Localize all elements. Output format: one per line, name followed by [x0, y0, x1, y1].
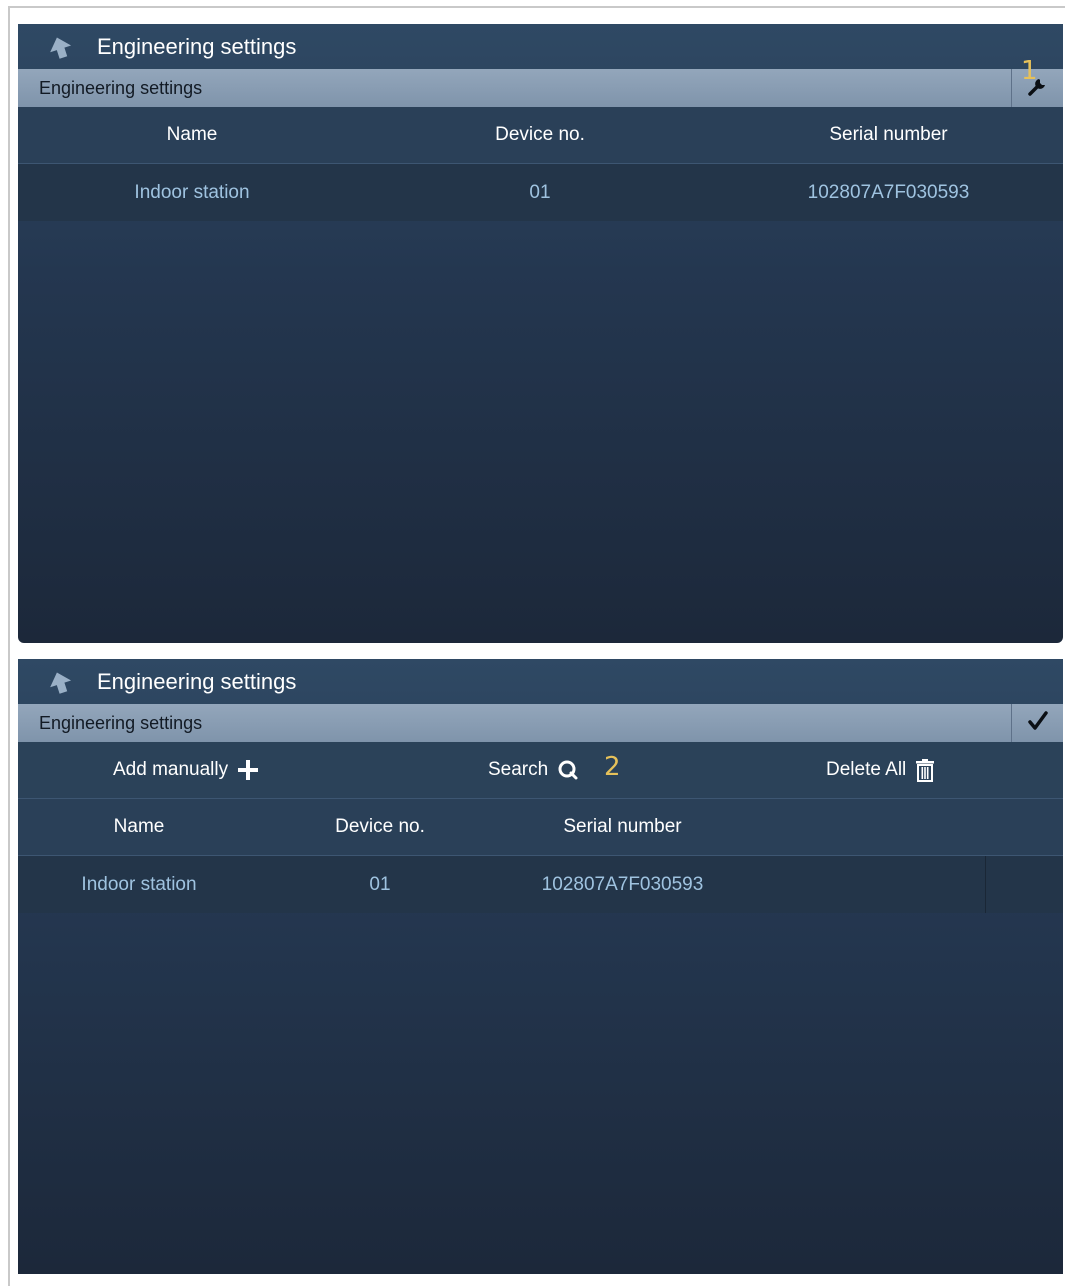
row-select-area[interactable] — [985, 856, 1063, 913]
page-title: Engineering settings — [97, 34, 297, 59]
table-row[interactable]: Indoor station 01 102807A7F030593 — [18, 164, 1063, 221]
delete-all-button[interactable]: Delete All — [826, 742, 935, 798]
add-manually-button[interactable]: Add manually — [113, 742, 259, 798]
cell-serial-number: 102807A7F030593 — [541, 873, 704, 895]
cell-name: Indoor station — [134, 181, 250, 203]
section-label: Engineering settings — [39, 78, 203, 98]
table-header: Name Device no. Serial number — [18, 799, 1063, 856]
delete-all-label: Delete All — [826, 759, 907, 780]
page-title: Engineering settings — [97, 669, 297, 694]
frame-border-left — [8, 6, 10, 1286]
column-header-name: Name — [166, 124, 218, 145]
column-header-serial-number: Serial number — [829, 124, 948, 145]
trash-icon — [916, 759, 935, 782]
section-label: Engineering settings — [39, 713, 203, 733]
cell-device-no: 01 — [369, 873, 391, 895]
plus-icon — [238, 760, 259, 780]
cell-device-no: 01 — [529, 181, 551, 203]
column-header-device-no: Device no. — [335, 816, 425, 837]
callout-number: 1 — [1021, 56, 1038, 86]
section-header-bar: Engineering settings — [18, 704, 1063, 742]
column-header-serial-number: Serial number — [563, 816, 682, 837]
engineering-settings-edit-screen: Engineering settings Engineering setting… — [18, 659, 1063, 1274]
frame-border-top — [8, 6, 1065, 8]
confirm-button[interactable] — [1011, 704, 1063, 742]
column-header-device-no: Device no. — [495, 124, 585, 145]
title-bar: Engineering settings — [18, 24, 1063, 69]
back-arrow-icon[interactable] — [46, 668, 74, 696]
search-icon — [558, 760, 578, 780]
table-header: Name Device no. Serial number — [18, 107, 1063, 164]
engineering-settings-screen: Engineering settings Engineering setting… — [18, 24, 1063, 643]
checkmark-icon — [1027, 710, 1049, 737]
column-header-name: Name — [113, 816, 165, 837]
table-row[interactable]: Indoor station 01 102807A7F030593 — [18, 856, 1063, 913]
section-header-bar: Engineering settings — [18, 69, 1063, 107]
cell-name: Indoor station — [81, 873, 197, 895]
cell-serial-number: 102807A7F030593 — [807, 181, 970, 203]
action-toolbar: Add manually Search 2 Delete All — [18, 742, 1063, 799]
add-manually-label: Add manually — [113, 759, 229, 780]
search-button[interactable]: Search — [488, 742, 579, 798]
back-arrow-icon[interactable] — [46, 33, 74, 61]
title-bar: Engineering settings — [18, 659, 1063, 704]
search-label: Search — [488, 759, 549, 780]
callout-number: 2 — [604, 752, 621, 782]
